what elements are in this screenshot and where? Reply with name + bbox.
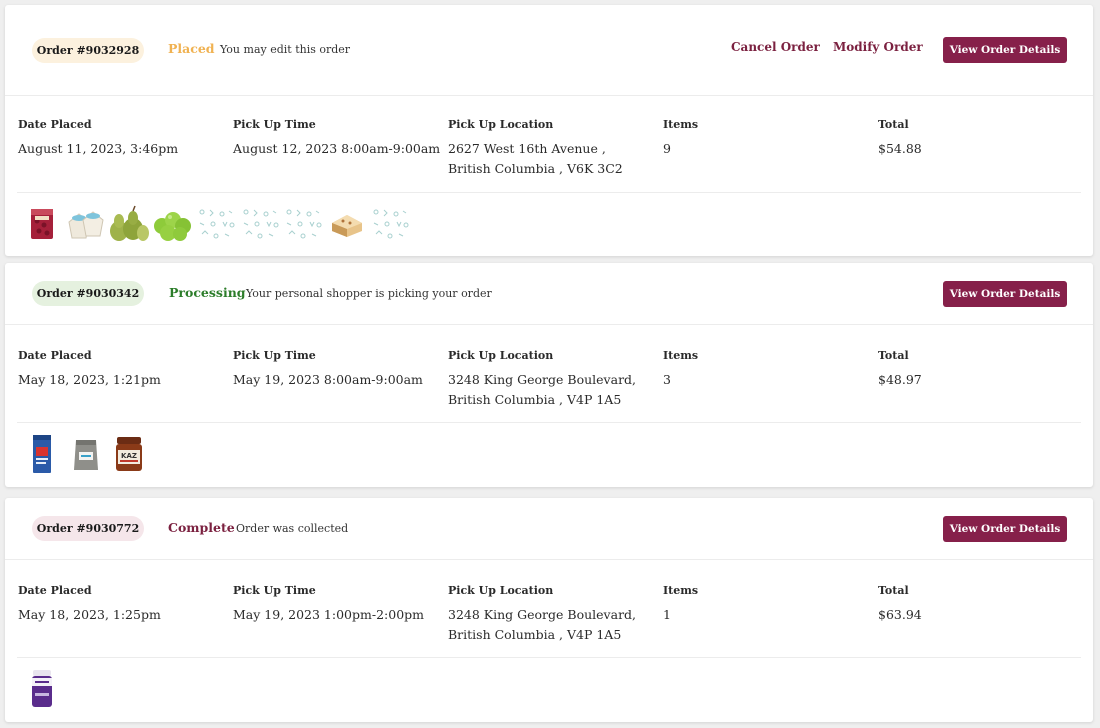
items-label: Items xyxy=(663,349,699,362)
product-thumbnails: KAZ xyxy=(21,433,152,475)
view-order-details-button[interactable]: View Order Details xyxy=(943,37,1067,63)
pickup-location-line2: British Columbia , V4P 1A5 xyxy=(448,392,622,407)
order-status-message: Order was collected xyxy=(236,522,349,535)
items-label: Items xyxy=(663,118,699,131)
order-card: Order #9030342 Processing Your personal … xyxy=(5,263,1093,487)
pickup-location-line1: 3248 King George Boulevard, xyxy=(448,607,637,622)
pickup-time-label: Pick Up Time xyxy=(233,118,316,131)
pickup-location-line1: 2627 West 16th Avenue , xyxy=(448,141,606,156)
order-card-header: Order #9030772 Complete Order was collec… xyxy=(5,498,1093,560)
pickup-location-label: Pick Up Location xyxy=(448,584,554,597)
pickup-time-label: Pick Up Time xyxy=(233,349,316,362)
order-status: Placed xyxy=(168,41,215,56)
cancel-order-link[interactable]: Cancel Order xyxy=(731,40,820,54)
order-number-badge: Order #9030342 xyxy=(32,281,144,306)
product-thumbnail-coffee-bag-gray[interactable] xyxy=(65,434,107,474)
view-order-details-button[interactable]: View Order Details xyxy=(943,516,1067,542)
divider xyxy=(17,192,1081,193)
total-label: Total xyxy=(878,118,909,131)
order-card-header: Order #9030342 Processing Your personal … xyxy=(5,263,1093,325)
items-label: Items xyxy=(663,584,699,597)
product-thumbnail-pastry[interactable] xyxy=(326,204,368,244)
order-status-message: Your personal shopper is picking your or… xyxy=(246,287,492,300)
pickup-location-value: 3248 King George Boulevard, British Colu… xyxy=(448,370,636,410)
pickup-time-value: May 19, 2023 1:00pm-2:00pm xyxy=(233,607,424,622)
product-thumbnail-placeholder[interactable] xyxy=(369,204,411,244)
order-number-badge: Order #9032928 xyxy=(32,38,144,63)
pickup-location-label: Pick Up Location xyxy=(448,118,554,131)
order-card-header: Order #9032928 Placed You may edit this … xyxy=(5,5,1093,96)
product-thumbnail-placeholder[interactable] xyxy=(239,204,281,244)
pickup-location-line1: 3248 King George Boulevard, xyxy=(448,372,637,387)
order-card: Order #9030772 Complete Order was collec… xyxy=(5,498,1093,722)
product-thumbnail-pears[interactable] xyxy=(108,204,150,244)
date-placed-label: Date Placed xyxy=(18,584,92,597)
date-placed-value: May 18, 2023, 1:21pm xyxy=(18,372,161,387)
product-thumbnails xyxy=(21,668,65,710)
total-label: Total xyxy=(878,349,909,362)
pickup-location-label: Pick Up Location xyxy=(448,349,554,362)
divider xyxy=(17,422,1081,423)
date-placed-label: Date Placed xyxy=(18,118,92,131)
modify-order-link[interactable]: Modify Order xyxy=(833,40,923,54)
date-placed-label: Date Placed xyxy=(18,349,92,362)
view-order-details-button[interactable]: View Order Details xyxy=(943,281,1067,307)
pickup-time-value: August 12, 2023 8:00am-9:00am xyxy=(233,141,441,156)
pickup-time-value: May 19, 2023 8:00am-9:00am xyxy=(233,372,423,387)
pickup-location-line2: British Columbia , V6K 3C2 xyxy=(448,161,623,176)
product-thumbnail-placeholder[interactable] xyxy=(195,204,237,244)
product-thumbnail-coconuts[interactable] xyxy=(65,204,107,244)
product-thumbnail-green-apples[interactable] xyxy=(152,204,194,244)
items-count-value: 1 xyxy=(663,607,671,622)
product-thumbnail-coffee-bag-blue[interactable] xyxy=(21,434,63,474)
order-card: Order #9032928 Placed You may edit this … xyxy=(5,5,1093,256)
order-status: Processing xyxy=(169,285,246,300)
order-status: Complete xyxy=(168,520,235,535)
order-number-badge: Order #9030772 xyxy=(32,516,144,541)
pickup-location-line2: British Columbia , V4P 1A5 xyxy=(448,627,622,642)
pickup-location-value: 3248 King George Boulevard, British Colu… xyxy=(448,605,636,645)
items-count-value: 9 xyxy=(663,141,671,156)
total-label: Total xyxy=(878,584,909,597)
product-thumbnail-cranberries[interactable] xyxy=(21,204,63,244)
pickup-location-value: 2627 West 16th Avenue , British Columbia… xyxy=(448,139,623,179)
product-thumbnails xyxy=(21,204,413,244)
divider xyxy=(17,657,1081,658)
total-value: $54.88 xyxy=(878,141,922,156)
pickup-time-label: Pick Up Time xyxy=(233,584,316,597)
order-status-message: You may edit this order xyxy=(220,43,351,56)
total-value: $63.94 xyxy=(878,607,922,622)
items-count-value: 3 xyxy=(663,372,671,387)
product-thumbnail-placeholder[interactable] xyxy=(282,204,324,244)
date-placed-value: May 18, 2023, 1:25pm xyxy=(18,607,161,622)
date-placed-value: August 11, 2023, 3:46pm xyxy=(18,141,179,156)
product-thumbnail-supplement-tub[interactable] xyxy=(21,669,63,709)
total-value: $48.97 xyxy=(878,372,922,387)
product-thumbnail-jar[interactable]: KAZ xyxy=(108,434,150,474)
svg-text:KAZ: KAZ xyxy=(121,452,137,460)
